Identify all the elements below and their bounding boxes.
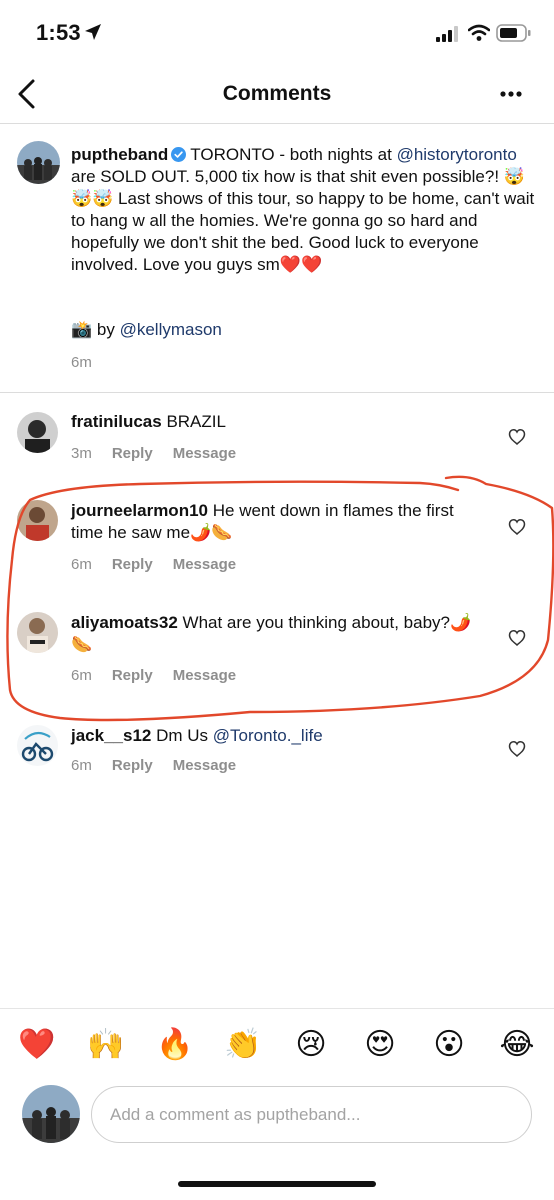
- comment-time: 6m: [71, 667, 92, 684]
- reaction-fire-emoji[interactable]: 🔥: [156, 1027, 193, 1063]
- reaction-clap-emoji[interactable]: 👏: [224, 1027, 261, 1063]
- caption-mention-link[interactable]: @historytoronto: [397, 145, 517, 164]
- like-heart-icon[interactable]: [508, 629, 526, 647]
- home-indicator: [178, 1181, 376, 1187]
- post-caption: puptheband TORONTO - both nights at @hist…: [71, 144, 541, 276]
- comment-username[interactable]: jack__s12: [71, 726, 151, 745]
- message-button[interactable]: Message: [173, 556, 236, 573]
- caption-timestamp: 6m: [71, 354, 92, 371]
- verified-badge-icon: [171, 147, 187, 162]
- message-button[interactable]: Message: [173, 445, 236, 462]
- wifi-icon: [468, 24, 490, 41]
- photo-credit: 📸 by @kellymason: [71, 320, 222, 340]
- comment-body: BRAZIL: [166, 412, 226, 431]
- comment-meta: 6m Reply Message: [71, 667, 256, 684]
- nav-divider: [0, 123, 554, 124]
- comment-time: 6m: [71, 757, 92, 774]
- avatar[interactable]: [17, 141, 60, 184]
- quick-reactions-bar: ❤️ 🙌 🔥 👏 😢 😍 😮 😂: [0, 1008, 554, 1080]
- comment-mention-link[interactable]: @Toronto._life: [213, 726, 323, 745]
- caption-text-rest: are SOLD OUT. 5,000 tix how is that shit…: [71, 167, 535, 274]
- battery-icon: [496, 24, 531, 42]
- comment-username[interactable]: aliyamoats32: [71, 613, 178, 632]
- reaction-laughing-emoji[interactable]: 😂: [499, 1027, 535, 1063]
- message-button[interactable]: Message: [173, 667, 236, 684]
- comment-input-container: [91, 1086, 532, 1143]
- avatar[interactable]: [17, 725, 58, 766]
- comment-meta: 6m Reply Message: [71, 757, 256, 774]
- comment-meta: 6m Reply Message: [71, 556, 256, 573]
- like-heart-icon[interactable]: [508, 428, 526, 446]
- status-time: 1:53: [36, 20, 81, 45]
- page-title: Comments: [222, 82, 332, 105]
- status-bar: 1:53: [0, 0, 554, 62]
- comment-text: fratinilucas BRAZIL: [71, 411, 481, 433]
- comment-text: jack__s12 Dm Us @Toronto._life: [71, 725, 481, 747]
- message-button[interactable]: Message: [173, 757, 236, 774]
- photo-credit-prefix: 📸 by: [71, 320, 120, 339]
- location-arrow-icon: [85, 24, 101, 40]
- reaction-surprised-emoji[interactable]: 😮: [431, 1027, 467, 1063]
- like-heart-icon[interactable]: [508, 740, 526, 758]
- reply-button[interactable]: Reply: [112, 757, 153, 774]
- nav-bar: Comments: [0, 62, 554, 124]
- avatar[interactable]: [17, 612, 58, 653]
- comment-text: journeelarmon10 He went down in flames t…: [71, 500, 481, 544]
- caption-text-start: TORONTO - both nights at: [190, 145, 397, 164]
- comment-username[interactable]: journeelarmon10: [71, 501, 208, 520]
- more-options-icon[interactable]: [496, 82, 526, 106]
- reaction-heart-emoji[interactable]: ❤️: [18, 1027, 55, 1063]
- comment-time: 6m: [71, 556, 92, 573]
- comment-body: Dm Us: [156, 726, 213, 745]
- reply-button[interactable]: Reply: [112, 556, 153, 573]
- reaction-crying-emoji[interactable]: 😢: [293, 1027, 329, 1063]
- reply-button[interactable]: Reply: [112, 667, 153, 684]
- avatar[interactable]: [17, 412, 58, 453]
- comment-time: 3m: [71, 445, 92, 462]
- reply-button[interactable]: Reply: [112, 445, 153, 462]
- cellular-signal-icon: [436, 26, 458, 42]
- caption-username[interactable]: puptheband: [71, 145, 168, 164]
- reaction-heart-eyes-emoji[interactable]: 😍: [362, 1027, 398, 1063]
- like-heart-icon[interactable]: [508, 518, 526, 536]
- avatar[interactable]: [22, 1085, 80, 1143]
- comment-username[interactable]: fratinilucas: [71, 412, 162, 431]
- avatar[interactable]: [17, 500, 58, 541]
- reaction-raised-hands-emoji[interactable]: 🙌: [87, 1027, 124, 1063]
- comment-input[interactable]: [110, 1105, 513, 1125]
- photographer-mention-link[interactable]: @kellymason: [120, 320, 222, 339]
- comment-text: aliyamoats32 What are you thinking about…: [71, 612, 481, 656]
- caption-divider: [0, 392, 554, 393]
- comment-meta: 3m Reply Message: [71, 445, 256, 462]
